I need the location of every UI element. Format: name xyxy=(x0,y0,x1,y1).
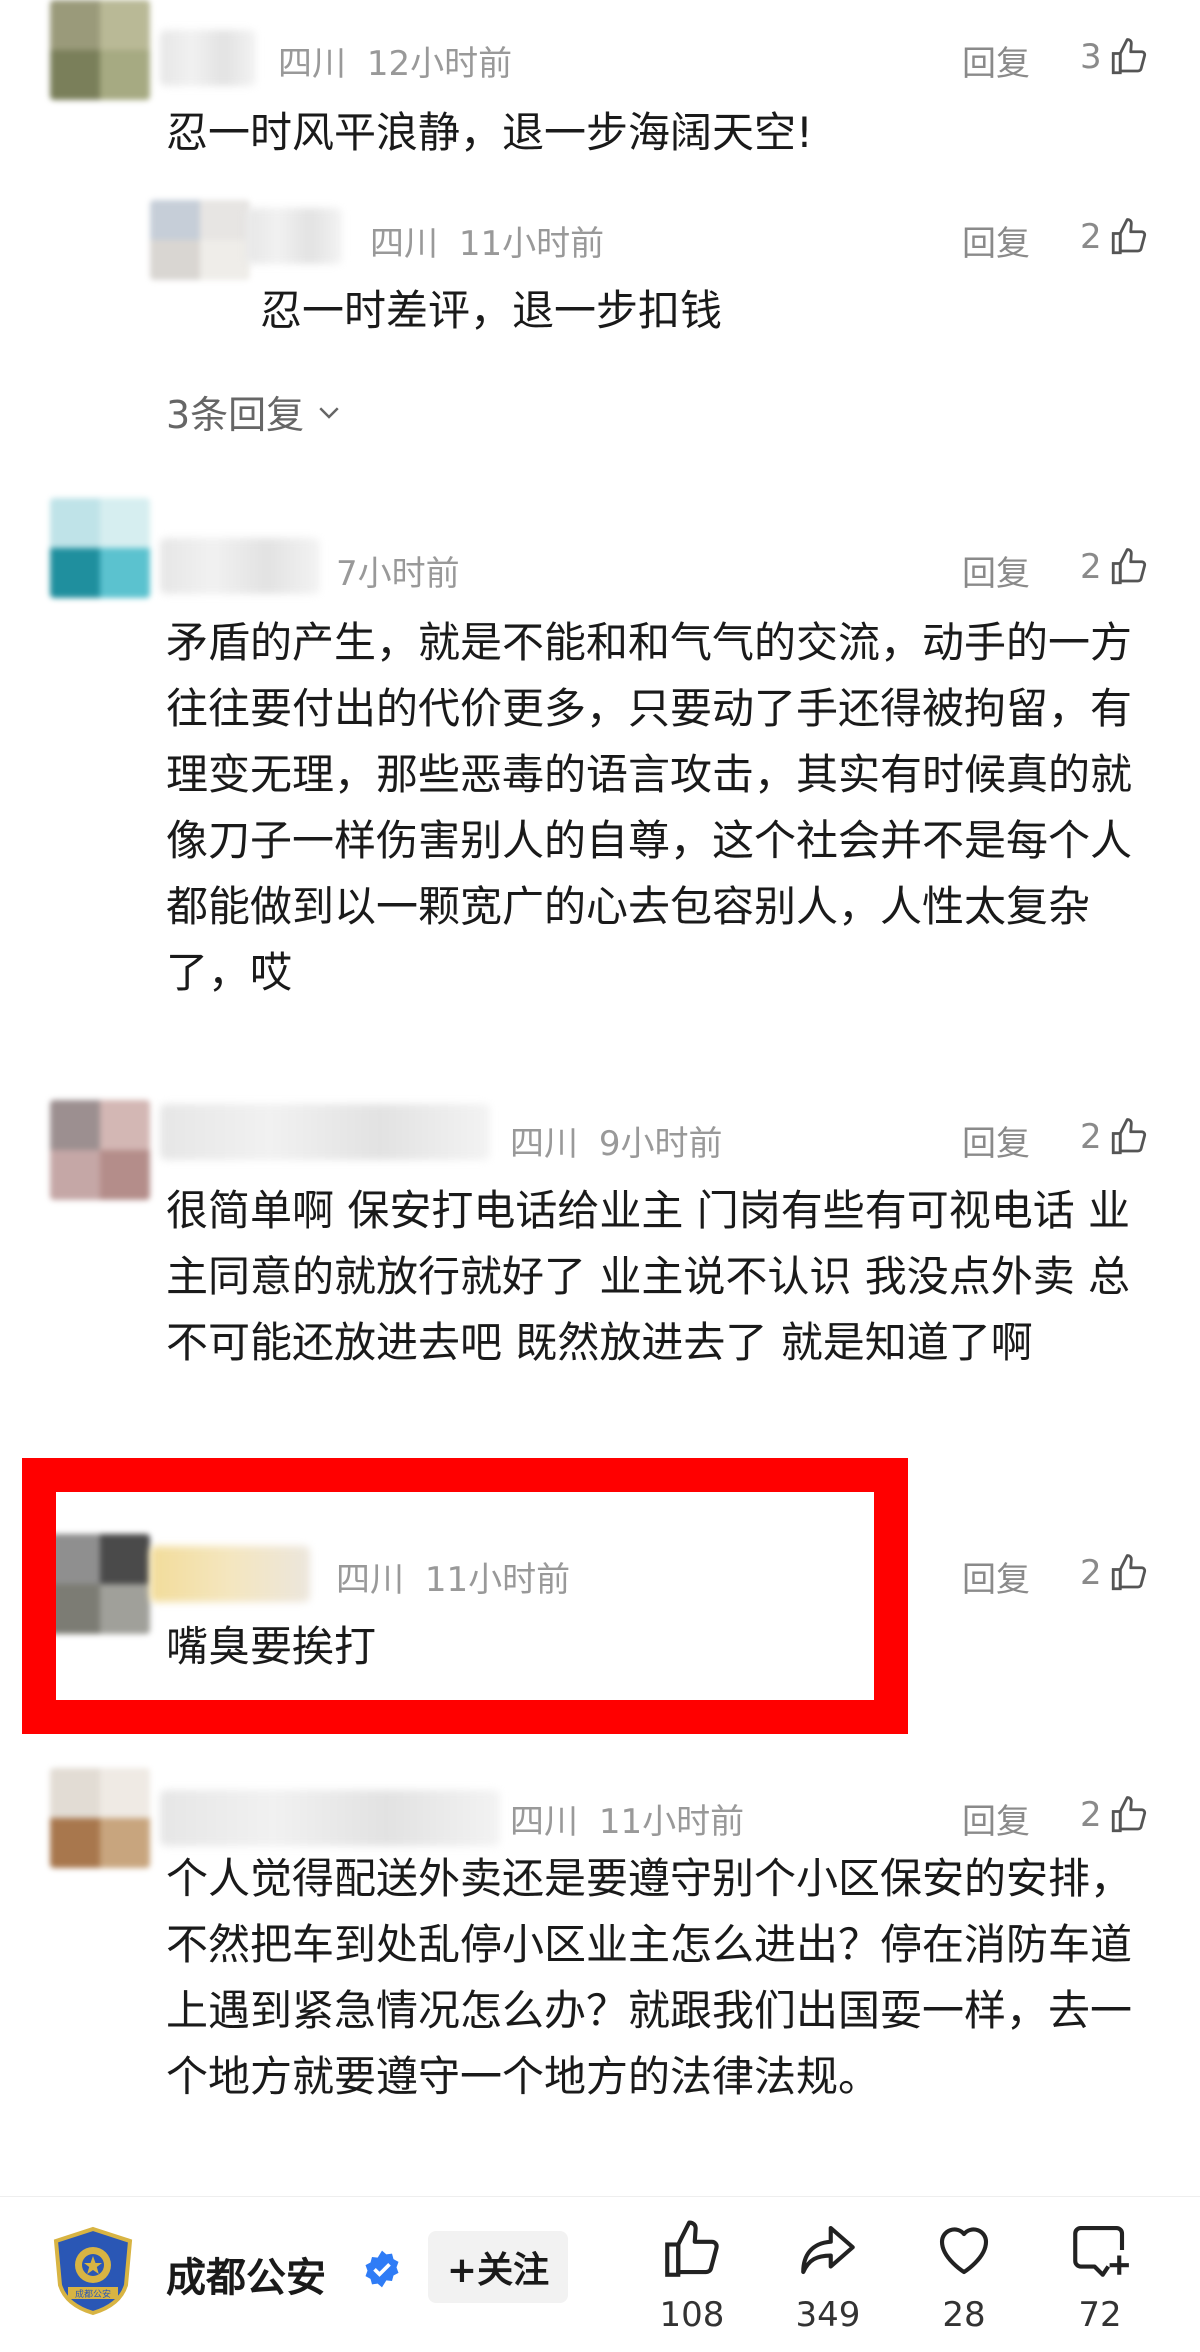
timestamp: 11小时前 xyxy=(458,224,605,264)
comment-text: 忍一时差评，退一步扣钱 xyxy=(260,286,723,335)
comment-meta: 四川 11小时前 xyxy=(370,216,604,265)
reply-button[interactable]: 回复 xyxy=(962,546,1030,595)
comment-meta: 7小时前 xyxy=(336,546,460,595)
comment-text: 矛盾的产生，就是不能和和气气的交流，动手的一方往往要付出的代价更多，只要动了手还… xyxy=(166,618,1133,997)
thumbs-up-icon xyxy=(665,2220,719,2277)
comment-count: 72 xyxy=(1078,2295,1122,2335)
comment-meta: 四川 11小时前 xyxy=(510,1794,744,1843)
comment-add-icon xyxy=(1073,2225,1129,2277)
favorite-action[interactable]: 28 xyxy=(914,2217,1014,2335)
username-blurred[interactable] xyxy=(160,1104,490,1160)
comment-text: 忍一时风平浪静，退一步海阔天空! xyxy=(166,108,813,157)
like-button[interactable]: 2 xyxy=(1080,1794,1150,1836)
username-blurred[interactable] xyxy=(160,538,320,594)
share-icon xyxy=(801,2225,855,2275)
svg-text:成都公安: 成都公安 xyxy=(75,2288,111,2300)
account-name[interactable]: 成都公安 xyxy=(166,2245,326,2303)
share-count: 349 xyxy=(795,2295,861,2335)
like-button[interactable]: 3 xyxy=(1080,36,1150,78)
comment-text: 个人觉得配送外卖还是要遵守别个小区保安的安排，不然把车到处乱停小区业主怎么进出？… xyxy=(166,1854,1133,2101)
thumbs-up-icon xyxy=(1111,1796,1146,1833)
like-button[interactable]: 2 xyxy=(1080,216,1150,258)
avatar[interactable] xyxy=(50,0,150,100)
more-replies-link[interactable]: 3条回复 xyxy=(166,384,344,439)
favorite-count: 28 xyxy=(942,2295,986,2335)
avatar[interactable] xyxy=(50,1100,150,1200)
thumbs-up-icon xyxy=(1111,1554,1146,1591)
username-blurred[interactable] xyxy=(160,30,256,86)
timestamp: 7小时前 xyxy=(336,554,460,594)
like-button[interactable]: 2 xyxy=(1080,1116,1150,1158)
thumbs-up-icon xyxy=(1111,1118,1146,1155)
location: 四川 xyxy=(510,1124,578,1164)
like-count: 2 xyxy=(1080,1553,1102,1593)
reply-button[interactable]: 回复 xyxy=(962,1794,1030,1843)
heart-icon xyxy=(939,2227,989,2275)
like-button[interactable]: 2 xyxy=(1080,1552,1150,1594)
thumbs-up-icon xyxy=(1111,548,1146,585)
like-count: 2 xyxy=(1080,217,1102,257)
red-highlight-box xyxy=(22,1458,908,1734)
username-blurred[interactable] xyxy=(246,208,342,264)
thumbs-up-icon xyxy=(1111,38,1146,75)
timestamp: 12小时前 xyxy=(366,44,513,84)
avatar[interactable] xyxy=(150,200,250,280)
reply-button[interactable]: 回复 xyxy=(962,36,1030,85)
chevron-down-icon xyxy=(319,406,339,419)
like-count: 2 xyxy=(1080,547,1102,587)
like-action[interactable]: 108 xyxy=(642,2217,742,2335)
follow-button[interactable]: +关注 xyxy=(428,2231,568,2303)
comment-meta: 四川 12小时前 xyxy=(278,36,512,85)
like-count: 3 xyxy=(1080,37,1102,77)
reply-button[interactable]: 回复 xyxy=(962,1116,1030,1165)
timestamp: 9小时前 xyxy=(598,1124,723,1164)
comment-meta: 四川 9小时前 xyxy=(510,1116,722,1165)
timestamp: 11小时前 xyxy=(598,1802,745,1842)
location: 四川 xyxy=(278,44,346,84)
like-count: 2 xyxy=(1080,1795,1102,1835)
police-badge-logo[interactable]: 成都公安 xyxy=(50,2225,136,2317)
reply-button[interactable]: 回复 xyxy=(962,1552,1030,1601)
thumbs-up-icon xyxy=(1111,218,1146,255)
share-action[interactable]: 349 xyxy=(778,2217,878,2335)
like-button[interactable]: 2 xyxy=(1080,546,1150,588)
verified-badge-icon xyxy=(365,2250,399,2288)
bottom-action-bar: 成都公安 成都公安 +关注 108 349 28 72 xyxy=(0,2196,1200,2352)
like-count: 108 xyxy=(659,2295,725,2335)
more-replies-label: 3条回复 xyxy=(166,393,305,437)
comment-action[interactable]: 72 xyxy=(1050,2217,1150,2335)
location: 四川 xyxy=(370,224,438,264)
like-count: 2 xyxy=(1080,1117,1102,1157)
avatar[interactable] xyxy=(50,498,150,598)
comment-text: 很简单啊 保安打电话给业主 门岗有些有可视电话 业主同意的就放行就好了 业主说不… xyxy=(166,1186,1131,1367)
avatar[interactable] xyxy=(50,1768,150,1868)
location: 四川 xyxy=(510,1802,578,1842)
username-blurred[interactable] xyxy=(160,1790,500,1846)
reply-button[interactable]: 回复 xyxy=(962,216,1030,265)
